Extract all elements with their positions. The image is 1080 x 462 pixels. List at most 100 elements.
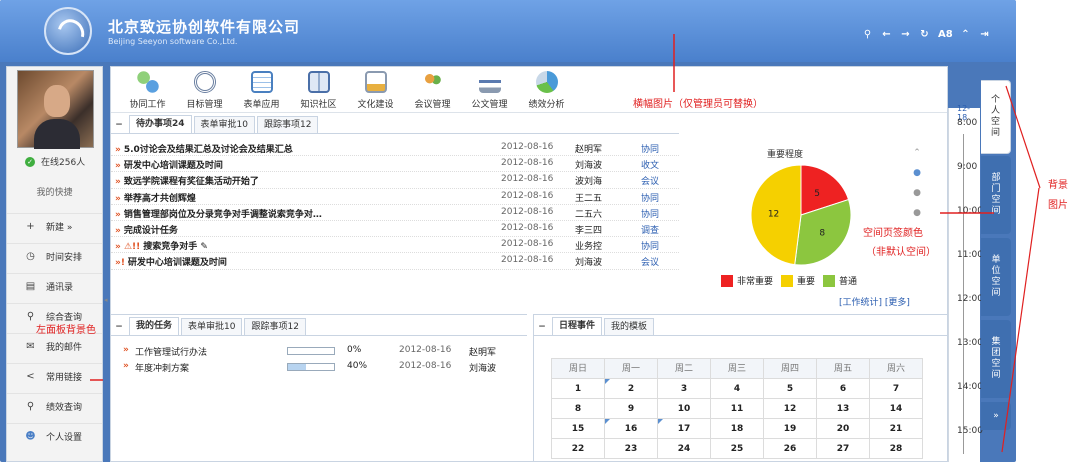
sidebar-item-new[interactable]: + 新建 » — [7, 213, 102, 239]
calendar-day[interactable]: 23 — [604, 438, 658, 459]
calendar-day[interactable]: 9 — [604, 398, 658, 419]
calendar-day[interactable]: 8 — [551, 398, 605, 419]
table-row[interactable]: » 销售管理部岗位及分录竞争对手调整说索竞争对… 2012-08-16 二五六 协同 — [111, 205, 679, 221]
table-row[interactable]: » 致远学院课程有奖征集活动开始了 2012-08-16 波刘海 会议 — [111, 172, 679, 189]
arrow-left-icon[interactable]: ← — [881, 29, 892, 40]
calendar-day[interactable]: 27 — [816, 438, 870, 459]
task-title[interactable]: 年度冲刺方案 — [135, 361, 189, 374]
tab-form-approval[interactable]: 表单审批10 — [193, 116, 255, 133]
calendar-day[interactable]: 25 — [710, 438, 764, 459]
calendar-day[interactable]: 21 — [869, 418, 923, 439]
refresh-icon[interactable]: ↻ — [919, 29, 930, 40]
font-size-icon[interactable]: A8 — [938, 29, 953, 40]
toolbar-culture[interactable]: 文化建设 — [347, 67, 404, 113]
toolbar-collaboration[interactable]: 协同工作 — [119, 67, 176, 113]
table-row[interactable]: » 研发中心培训课题及时间 2012-08-16 刘海波 收文 — [111, 156, 679, 173]
calendar-day[interactable]: 26 — [763, 438, 817, 459]
table-row[interactable]: »! 研发中心培训课题及时间 2012-08-16 刘海波 会议 — [111, 253, 679, 270]
calendar-day[interactable]: 18 — [710, 418, 764, 439]
sidebar-item-links[interactable]: < 常用链接 — [7, 363, 102, 389]
toolbar-forms[interactable]: 表单应用 — [233, 67, 290, 113]
toolbar-performance[interactable]: 绩效分析 — [518, 67, 575, 113]
collapse-icon[interactable]: − — [111, 322, 127, 332]
logout-icon[interactable]: ⇥ — [979, 29, 990, 40]
table-row[interactable]: » 举荐高才共创辉煌 2012-08-16 王二五 协同 — [111, 189, 679, 205]
carousel-dot[interactable]: ● — [911, 183, 923, 203]
tab-form-approval[interactable]: 表单审批10 — [181, 318, 243, 335]
calendar-day[interactable]: 13 — [816, 398, 870, 419]
calendar-day[interactable]: 2 — [604, 378, 658, 399]
toolbar-knowledge[interactable]: 知识社区 — [290, 67, 347, 113]
calendar-day[interactable]: 4 — [710, 378, 764, 399]
avatar[interactable] — [17, 70, 94, 149]
calendar-day[interactable]: 22 — [551, 438, 605, 459]
table-row[interactable]: » ⚠!! 搜索竞争对手 ✎ 2012-08-16 业务控 协同 — [111, 237, 679, 254]
row-title[interactable]: 5.0讨论会及结果汇总及讨论会及结果汇总 — [124, 145, 293, 155]
sidebar-item-settings[interactable]: ☻ 个人设置 — [7, 423, 102, 449]
tab-my-tasks[interactable]: 我的任务 — [129, 317, 180, 335]
online-status[interactable]: ✓ 在线256人 — [25, 155, 85, 168]
sidebar-item-schedule[interactable]: ◷ 时间安排 — [7, 243, 102, 269]
row-title[interactable]: 研发中心培训课题及时间 — [124, 161, 223, 171]
calendar-day[interactable]: 19 — [763, 418, 817, 439]
work-stats-links[interactable]: [工作统计] [更多] — [839, 295, 910, 308]
sidebar-item-contacts[interactable]: ▤ 通讯录 — [7, 273, 102, 299]
calendar-day[interactable]: 10 — [657, 398, 711, 419]
table-row[interactable]: » 5.0讨论会及结果汇总及讨论会及结果汇总 2012-08-16 赵明军 协同 — [111, 140, 679, 157]
calendar-day[interactable]: 24 — [657, 438, 711, 459]
calendar-day[interactable]: 1 — [551, 378, 605, 399]
row-title[interactable]: 致远学院课程有奖征集活动开始了 — [124, 177, 259, 187]
tab-tracking[interactable]: 跟踪事项12 — [244, 318, 306, 335]
calendar-day[interactable]: 16 — [604, 418, 658, 439]
calendar-day[interactable]: 15 — [551, 418, 605, 439]
list-item[interactable]: » 工作管理试行办法 0% 2012-08-16 赵明军 — [111, 344, 527, 358]
sidebar-item-mail[interactable]: ✉ 我的邮件 — [7, 333, 102, 359]
carousel-dot[interactable]: ● — [911, 203, 923, 223]
toolbar-meetings[interactable]: 会议管理 — [404, 67, 461, 113]
sidebar-item-performance[interactable]: ⚲ 绩效查询 — [7, 393, 102, 419]
calendar-day[interactable]: 3 — [657, 378, 711, 399]
more-spaces-button[interactable]: » — [981, 402, 1011, 430]
arrow-right-icon[interactable]: → — [900, 29, 911, 40]
list-item[interactable]: » 年度冲刺方案 40% 2012-08-16 刘海波 — [111, 360, 527, 374]
collapse-up-icon[interactable]: ⌃ — [960, 29, 971, 40]
row-person: 赵明军 — [575, 145, 603, 155]
row-title[interactable]: 销售管理部岗位及分录竞争对手调整说索竞争对… — [124, 210, 322, 220]
tab-templates[interactable]: 我的模板 — [604, 318, 655, 335]
quick-links-title: 我的快捷 — [36, 188, 73, 198]
carousel-dot-active[interactable]: ● — [911, 163, 923, 183]
tab-schedule[interactable]: 日程事件 — [552, 317, 603, 335]
tab-department-space[interactable]: 部门空间 — [981, 156, 1011, 234]
timeline-hour: 15:00 — [957, 426, 983, 436]
calendar-day[interactable]: 5 — [763, 378, 817, 399]
row-title[interactable]: 搜索竞争对手 — [143, 242, 197, 252]
row-title[interactable]: 举荐高才共创辉煌 — [124, 194, 196, 204]
toolbar-documents[interactable]: 公文管理 — [461, 67, 518, 113]
collapse-icon[interactable]: − — [534, 322, 550, 332]
tab-todo[interactable]: 待办事项24 — [129, 115, 192, 133]
tab-group-space[interactable]: 集团空间 — [981, 320, 1011, 398]
calendar-day[interactable]: 28 — [869, 438, 923, 459]
task-title[interactable]: 工作管理试行办法 — [135, 345, 207, 358]
chart-carousel[interactable]: ⌃ ● ● ● — [911, 143, 923, 223]
tab-personal-space[interactable]: 个人空间 — [981, 80, 1011, 154]
tab-tracking[interactable]: 跟踪事项12 — [256, 116, 319, 133]
toolbar-label: 知识社区 — [300, 100, 337, 110]
toolbar-goals[interactable]: 目标管理 — [176, 67, 233, 113]
calendar-day[interactable]: 14 — [869, 398, 923, 419]
timeline-hour: 10:00 — [957, 206, 983, 216]
table-row[interactable]: » 完成设计任务 2012-08-16 李三四 调查 — [111, 221, 679, 238]
calendar-day[interactable]: 11 — [710, 398, 764, 419]
chevron-up-icon[interactable]: ⌃ — [911, 143, 923, 163]
sidebar-item-label: 时间安排 — [46, 253, 83, 263]
collapse-icon[interactable]: − — [111, 120, 127, 130]
tab-unit-space[interactable]: 单位空间 — [981, 238, 1011, 316]
search-icon[interactable]: ⚲ — [862, 29, 873, 40]
calendar-day[interactable]: 17 — [657, 418, 711, 439]
calendar-day[interactable]: 7 — [869, 378, 923, 399]
calendar-day[interactable]: 12 — [763, 398, 817, 419]
row-title[interactable]: 完成设计任务 — [124, 226, 178, 236]
row-title[interactable]: 研发中心培训课题及时间 — [128, 258, 227, 268]
calendar-day[interactable]: 6 — [816, 378, 870, 399]
calendar-day[interactable]: 20 — [816, 418, 870, 439]
